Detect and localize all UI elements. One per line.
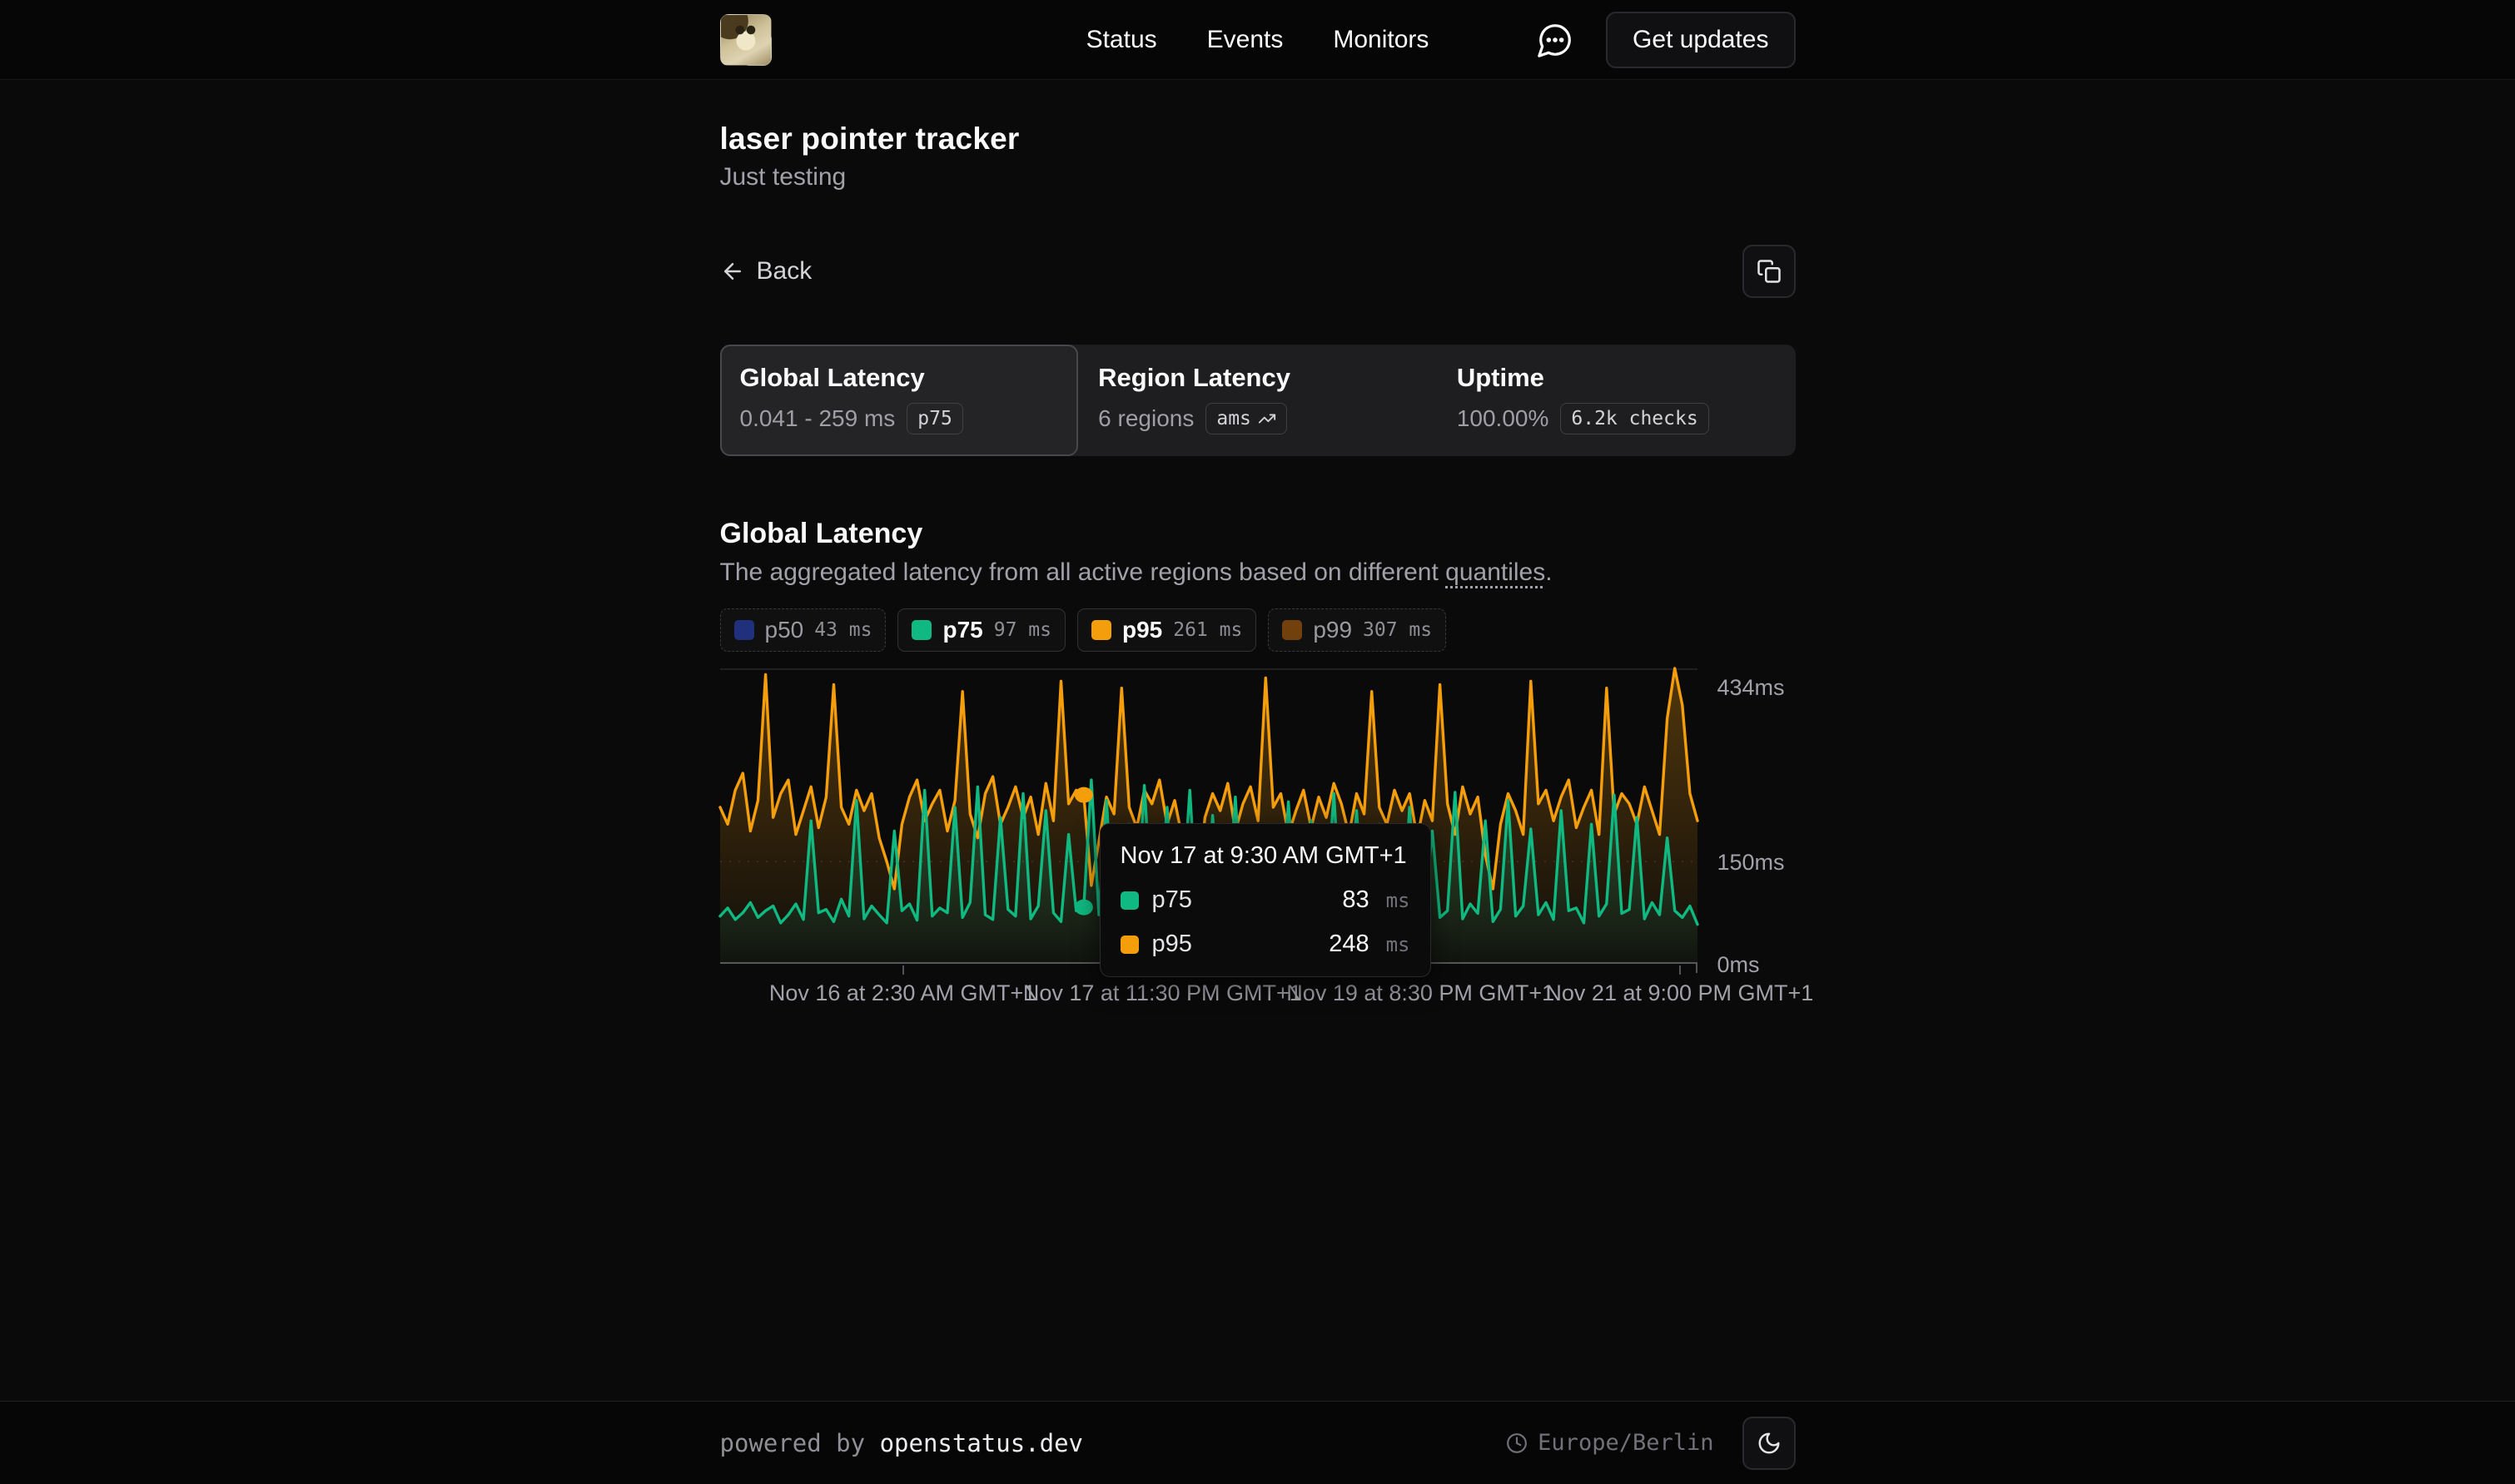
get-updates-button[interactable]: Get updates (1606, 12, 1795, 68)
nav-link-monitors[interactable]: Monitors (1333, 26, 1429, 54)
p99-value: 307 ms (1363, 619, 1432, 641)
message-bubble-dots-icon (1536, 21, 1574, 59)
chart-tooltip: Nov 17 at 9:30 AM GMT+1 p75 83 ms p95 24… (1100, 823, 1431, 977)
tab-global-latency-badge: p75 (907, 403, 963, 434)
powered-by: powered by openstatus.dev (720, 1429, 1084, 1457)
tab-global-latency-value: 0.041 - 259 ms (740, 405, 896, 432)
p75-value: 97 ms (994, 619, 1051, 641)
x-axis-tick (902, 965, 904, 975)
tooltip-p75-value: 83 (1342, 886, 1369, 914)
timezone-display: Europe/Berlin (1506, 1430, 1713, 1456)
back-button[interactable]: Back (720, 257, 813, 285)
y-axis: 434ms 150ms 0ms (1717, 668, 1796, 964)
tab-region-latency-badge: ams (1205, 403, 1287, 434)
section-title: Global Latency (720, 518, 1796, 550)
p95-value: 261 ms (1173, 619, 1242, 641)
theme-toggle-button[interactable] (1742, 1417, 1796, 1470)
quantile-legend: p50 43 ms p75 97 ms p95 261 ms p99 307 m… (720, 608, 1796, 652)
tab-region-latency-title: Region Latency (1098, 363, 1417, 393)
tab-region-latency[interactable]: Region Latency 6 regions ams (1078, 345, 1437, 456)
nav-link-events[interactable]: Events (1207, 26, 1284, 54)
tab-uptime-value: 100.00% (1457, 405, 1549, 432)
x-tick-nov16: Nov 16 at 2:30 AM GMT+1 (769, 980, 1036, 1006)
timezone-label: Europe/Berlin (1538, 1430, 1713, 1456)
page-title: laser pointer tracker (720, 122, 1796, 156)
p75-color-swatch (912, 620, 932, 640)
section-description-period: . (1545, 558, 1552, 586)
tab-region-latency-badge-label: ams (1216, 408, 1251, 429)
p99-color-swatch (1282, 620, 1302, 640)
p50-label: p50 (765, 617, 804, 643)
latency-chart[interactable]: 434ms 150ms 0ms Nov 16 at 2:30 AM GMT+1 … (720, 668, 1796, 1026)
p75-label: p75 (942, 617, 982, 643)
top-nav: Status Events Monitors Get updates (0, 0, 2515, 80)
metric-tabs: Global Latency 0.041 - 259 ms p75 Region… (720, 345, 1796, 456)
legend-chip-p95[interactable]: p95 261 ms (1077, 608, 1256, 652)
copy-link-button[interactable] (1742, 245, 1796, 298)
powered-by-text: powered by (720, 1429, 880, 1457)
tooltip-p75-label: p75 (1152, 886, 1192, 914)
tooltip-row-p95: p95 248 ms (1121, 931, 1410, 958)
tooltip-p75-swatch (1121, 891, 1139, 910)
p50-color-swatch (734, 620, 754, 640)
tab-global-latency-title: Global Latency (740, 363, 1059, 393)
back-label: Back (757, 257, 813, 285)
tab-uptime-badge: 6.2k checks (1560, 403, 1708, 434)
section-description-text: The aggregated latency from all active r… (720, 558, 1446, 586)
tooltip-timestamp: Nov 17 at 9:30 AM GMT+1 (1121, 842, 1410, 870)
trending-up-icon (1258, 409, 1276, 428)
p95-label: p95 (1122, 617, 1162, 643)
x-tick-nov19: Nov 19 at 8:30 PM GMT+1 (1286, 980, 1554, 1006)
tooltip-p95-swatch (1121, 936, 1139, 954)
quantiles-link[interactable]: quantiles (1445, 558, 1545, 586)
nav-link-status[interactable]: Status (1086, 26, 1157, 54)
x-axis-tick (1679, 965, 1681, 975)
section-description: The aggregated latency from all active r… (720, 558, 1796, 587)
x-tick-nov21: Nov 21 at 9:00 PM GMT+1 (1545, 980, 1813, 1006)
y-tick-434ms: 434ms (1717, 675, 1785, 701)
main-content: laser pointer tracker Just testing Back (0, 80, 2515, 1026)
tooltip-p75-unit: ms (1386, 889, 1410, 912)
p50-value: 43 ms (814, 619, 872, 641)
tab-region-latency-value: 6 regions (1098, 405, 1194, 432)
p99-label: p99 (1313, 617, 1352, 643)
nav-links: Status Events Monitors (1086, 26, 1429, 54)
tooltip-row-p75: p75 83 ms (1121, 886, 1410, 914)
x-tick-nov17: Nov 17 at 11:30 PM GMT+1 (1023, 980, 1302, 1006)
p95-color-swatch (1091, 620, 1111, 640)
status-page-logo[interactable] (720, 14, 772, 66)
tooltip-p95-unit: ms (1386, 933, 1410, 956)
y-tick-0ms: 0ms (1717, 952, 1760, 978)
clock-icon (1506, 1432, 1528, 1454)
legend-chip-p75[interactable]: p75 97 ms (897, 608, 1066, 652)
legend-chip-p50[interactable]: p50 43 ms (720, 608, 887, 652)
moon-icon (1757, 1431, 1782, 1456)
arrow-left-icon (720, 259, 745, 284)
tooltip-p95-label: p95 (1152, 931, 1192, 958)
tooltip-p95-value: 248 (1329, 931, 1369, 958)
copy-icon (1757, 259, 1782, 284)
legend-chip-p99[interactable]: p99 307 ms (1268, 608, 1446, 652)
openstatus-link[interactable]: openstatus.dev (880, 1429, 1083, 1457)
tab-uptime-title: Uptime (1457, 363, 1776, 393)
tab-uptime[interactable]: Uptime 100.00% 6.2k checks (1437, 345, 1796, 456)
feedback-chat-button[interactable] (1536, 21, 1574, 59)
page-subtitle: Just testing (720, 163, 1796, 191)
tab-global-latency[interactable]: Global Latency 0.041 - 259 ms p75 (720, 345, 1079, 456)
y-tick-150ms: 150ms (1717, 850, 1785, 876)
page-footer: powered by openstatus.dev Europe/Berlin (0, 1401, 2515, 1484)
